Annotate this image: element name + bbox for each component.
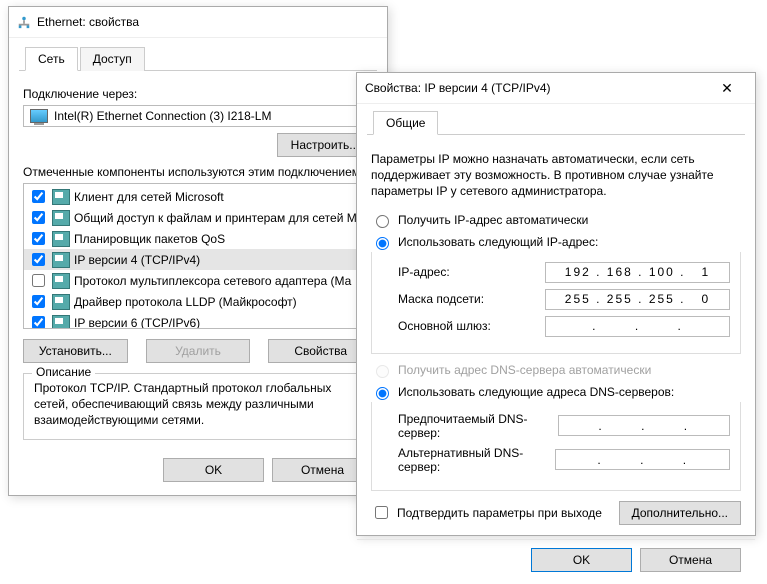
dns2-label: Альтернативный DNS-сервер: (398, 446, 555, 474)
preferred-dns-input[interactable] (558, 415, 730, 436)
confirm-on-exit-checkbox[interactable] (375, 506, 388, 519)
list-item[interactable]: IP версии 6 (TCP/IPv6) (24, 312, 372, 329)
titlebar[interactable]: Свойства: IP версии 4 (TCP/IPv4) ✕ (357, 73, 755, 104)
tab-access[interactable]: Доступ (80, 47, 145, 71)
item-checkbox[interactable] (32, 274, 45, 287)
item-label: Клиент для сетей Microsoft (74, 190, 224, 204)
subnet-mask-input[interactable] (545, 289, 730, 310)
confirm-on-exit-label: Подтвердить параметры при выходе (397, 506, 602, 520)
item-checkbox[interactable] (32, 316, 45, 329)
window-body: Параметры IP можно назначать автоматичес… (357, 135, 755, 535)
gateway-input[interactable] (545, 316, 730, 337)
list-item[interactable]: Планировщик пакетов QoS (24, 228, 372, 249)
dns1-label: Предпочитаемый DNS-сервер: (398, 412, 558, 440)
component-icon (52, 294, 70, 310)
list-item[interactable]: Клиент для сетей Microsoft (24, 186, 372, 207)
radio-input[interactable] (376, 237, 389, 250)
radio-manual-ip[interactable]: Использовать следующий IP-адрес: (371, 234, 741, 250)
advanced-button[interactable]: Дополнительно... (619, 501, 741, 525)
radio-manual-dns[interactable]: Использовать следующие адреса DNS-сервер… (371, 384, 741, 400)
install-button[interactable]: Установить... (23, 339, 128, 363)
dns-fieldset: Предпочитаемый DNS-сервер: Альтернативны… (371, 402, 741, 491)
item-checkbox[interactable] (32, 211, 45, 224)
tab-network[interactable]: Сеть (25, 47, 78, 71)
item-checkbox[interactable] (32, 232, 45, 245)
item-checkbox[interactable] (32, 190, 45, 203)
component-icon (52, 273, 70, 289)
radio-auto-dns[interactable]: Получить адрес DNS-сервера автоматически (371, 362, 741, 378)
radio-input (376, 365, 389, 378)
item-label: IP версии 6 (TCP/IPv6) (74, 316, 200, 330)
window-title: Свойства: IP версии 4 (TCP/IPv4) (365, 81, 707, 95)
ok-button[interactable]: OK (163, 458, 264, 482)
component-icon (52, 189, 70, 205)
list-item[interactable]: Драйвер протокола LLDP (Майкрософт) (24, 291, 372, 312)
gateway-label: Основной шлюз: (398, 319, 491, 333)
component-icon (52, 231, 70, 247)
window-title: Ethernet: свойства (37, 15, 379, 29)
components-listbox[interactable]: Клиент для сетей Microsoft Общий доступ … (23, 183, 373, 329)
item-checkbox[interactable] (32, 295, 45, 308)
tabstrip: Общие (367, 110, 745, 135)
ip-label: IP-адрес: (398, 265, 450, 279)
close-icon[interactable]: ✕ (707, 80, 747, 97)
nic-icon (30, 109, 48, 123)
tabstrip: Сеть Доступ (19, 46, 377, 71)
radio-input[interactable] (376, 215, 389, 228)
item-label: IP версии 4 (TCP/IPv4) (74, 253, 200, 267)
component-icon (52, 315, 70, 330)
radio-auto-ip[interactable]: Получить IP-адрес автоматически (371, 212, 741, 228)
intro-text: Параметры IP можно назначать автоматичес… (371, 151, 741, 200)
description-title: Описание (32, 365, 95, 379)
component-icon (52, 210, 70, 226)
alternate-dns-input[interactable] (555, 449, 730, 470)
network-title-icon (17, 15, 31, 29)
list-item[interactable]: IP версии 4 (TCP/IPv4) (24, 249, 372, 270)
ip-fieldset: IP-адрес: Маска подсети: Основной шлюз: (371, 252, 741, 354)
titlebar[interactable]: Ethernet: свойства (9, 7, 387, 38)
dialog-buttons: OK Отмена (357, 540, 755, 584)
radio-label: Получить IP-адрес автоматически (398, 213, 588, 227)
component-icon (52, 252, 70, 268)
window-body: Подключение через: Intel(R) Ethernet Con… (9, 71, 387, 450)
radio-input[interactable] (376, 387, 389, 400)
adapter-name: Intel(R) Ethernet Connection (3) I218-LM (54, 109, 271, 123)
cancel-button[interactable]: Отмена (640, 548, 741, 572)
radio-label: Использовать следующие адреса DNS-сервер… (398, 385, 674, 399)
item-label: Планировщик пакетов QoS (74, 232, 225, 246)
description-text: Протокол TCP/IP. Стандартный протокол гл… (34, 380, 362, 429)
ethernet-properties-window: Ethernet: свойства Сеть Доступ Подключен… (8, 6, 388, 496)
mask-label: Маска подсети: (398, 292, 484, 306)
adapter-field: Intel(R) Ethernet Connection (3) I218-LM (23, 105, 373, 127)
ipv4-properties-window: Свойства: IP версии 4 (TCP/IPv4) ✕ Общие… (356, 72, 756, 536)
ok-button[interactable]: OK (531, 548, 632, 572)
radio-label: Получить адрес DNS-сервера автоматически (398, 363, 651, 377)
connect-via-label: Подключение через: (23, 87, 373, 101)
item-checkbox[interactable] (32, 253, 45, 266)
radio-label: Использовать следующий IP-адрес: (398, 235, 598, 249)
tab-general[interactable]: Общие (373, 111, 438, 135)
item-label: Протокол мультиплексора сетевого адаптер… (74, 274, 351, 288)
list-item[interactable]: Общий доступ к файлам и принтерам для се… (24, 207, 372, 228)
ip-address-input[interactable] (545, 262, 730, 283)
item-label: Драйвер протокола LLDP (Майкрософт) (74, 295, 297, 309)
components-label: Отмеченные компоненты используются этим … (23, 165, 373, 179)
dialog-buttons: OK Отмена (9, 450, 387, 494)
list-item[interactable]: Протокол мультиплексора сетевого адаптер… (24, 270, 372, 291)
description-group: Описание Протокол TCP/IP. Стандартный пр… (23, 373, 373, 440)
item-label: Общий доступ к файлам и принтерам для се… (74, 211, 359, 225)
remove-button[interactable]: Удалить (146, 339, 251, 363)
